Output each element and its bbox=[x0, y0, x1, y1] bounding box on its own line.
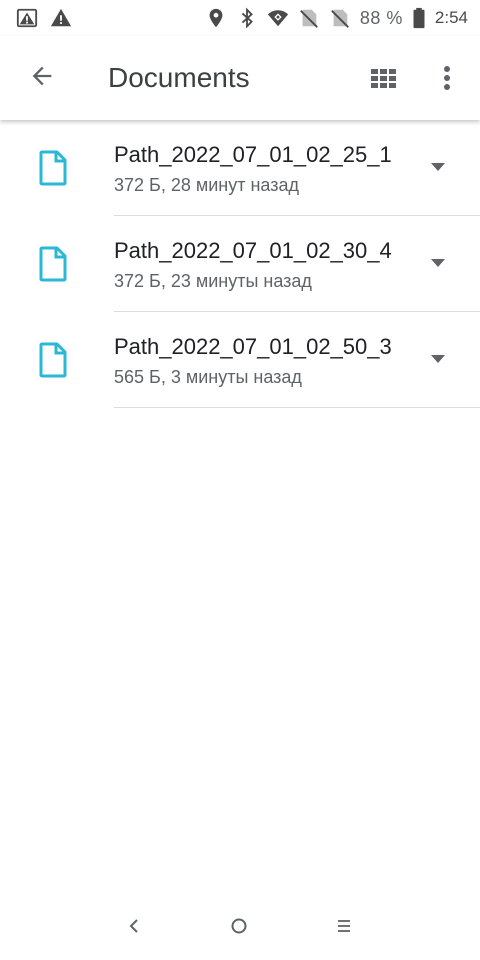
navigation-bar bbox=[0, 896, 480, 960]
file-name: Path_2022_07_01_02_25_1 bbox=[114, 142, 392, 167]
file-meta: 565 Б, 3 минуты назад bbox=[114, 367, 302, 387]
file-icon bbox=[38, 246, 68, 282]
clock: 2:54 bbox=[434, 8, 468, 27]
file-meta: 372 Б, 23 минуты назад bbox=[114, 271, 312, 291]
nav-recents-button[interactable] bbox=[328, 912, 360, 944]
dropdown-arrow-icon bbox=[430, 351, 446, 369]
status-left-icons bbox=[0, 7, 72, 29]
no-sim-icon bbox=[329, 7, 351, 29]
status-bar: 88 % 2:54 bbox=[0, 0, 480, 36]
bluetooth-icon bbox=[236, 7, 258, 29]
status-right-icons: 88 % 2:54 bbox=[205, 7, 480, 29]
warning-icon bbox=[50, 7, 72, 29]
battery-percent: 88 % bbox=[359, 7, 403, 28]
arrow-back-icon bbox=[28, 62, 56, 95]
dropdown-arrow-icon bbox=[430, 255, 446, 273]
nav-home-button[interactable] bbox=[223, 912, 255, 944]
nav-recents-icon bbox=[336, 918, 352, 939]
file-options-button[interactable] bbox=[418, 148, 458, 188]
list-item[interactable]: Path_2022_07_01_02_25_1 372 Б, 28 минут … bbox=[0, 120, 480, 216]
divider bbox=[114, 407, 480, 408]
back-button[interactable] bbox=[20, 56, 64, 100]
page-title: Documents bbox=[108, 62, 250, 93]
file-name: Path_2022_07_01_02_50_3 bbox=[114, 334, 392, 359]
grid-view-icon bbox=[370, 66, 398, 95]
file-list: Path_2022_07_01_02_25_1 372 Б, 28 минут … bbox=[0, 120, 480, 408]
location-icon bbox=[205, 7, 227, 29]
dropdown-arrow-icon bbox=[430, 159, 446, 177]
battery-icon bbox=[412, 7, 426, 29]
more-vert-icon bbox=[443, 65, 451, 96]
app-bar: Documents bbox=[0, 36, 480, 120]
file-options-button[interactable] bbox=[418, 244, 458, 284]
no-sim-icon bbox=[298, 7, 320, 29]
nav-back-button[interactable] bbox=[118, 912, 150, 944]
file-icon bbox=[38, 342, 68, 378]
nav-back-icon bbox=[128, 918, 140, 939]
nav-home-icon bbox=[230, 917, 248, 940]
list-item[interactable]: Path_2022_07_01_02_50_3 565 Б, 3 минуты … bbox=[0, 312, 480, 408]
file-options-button[interactable] bbox=[418, 340, 458, 380]
more-options-button[interactable] bbox=[425, 58, 469, 102]
image-warning-icon bbox=[16, 7, 38, 29]
file-meta: 372 Б, 28 минут назад bbox=[114, 175, 300, 195]
grid-view-button[interactable] bbox=[362, 58, 406, 102]
wifi-icon bbox=[267, 7, 289, 29]
list-item[interactable]: Path_2022_07_01_02_30_4 372 Б, 23 минуты… bbox=[0, 216, 480, 312]
file-icon bbox=[38, 150, 68, 186]
file-name: Path_2022_07_01_02_30_4 bbox=[114, 238, 392, 263]
